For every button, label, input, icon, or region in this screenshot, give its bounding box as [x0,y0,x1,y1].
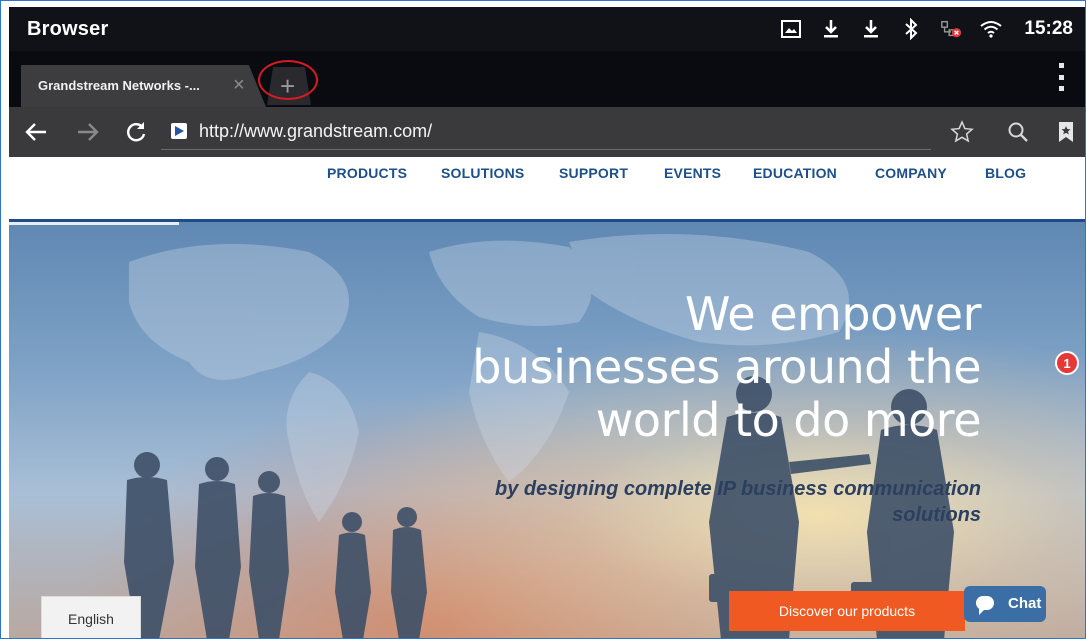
nav-events[interactable]: EVENTS [664,165,721,181]
subline-line: solutions [892,504,981,526]
status-bar: Browser 15:28 [9,7,1085,51]
chat-button[interactable]: Chat [964,586,1046,622]
headline-line: businesses around the [472,340,981,394]
status-clock: 15:28 [1024,18,1073,39]
forward-arrow-icon[interactable] [75,119,101,145]
download-icon [820,18,842,40]
discover-products-button[interactable]: Discover our products [729,591,965,631]
language-selector-button[interactable]: English [41,596,141,638]
back-arrow-icon[interactable] [23,119,49,145]
network-error-icon [940,18,962,40]
site-favicon-icon [171,123,187,139]
wifi-icon [980,18,1003,40]
bluetooth-icon [900,18,922,40]
nav-company[interactable]: COMPANY [875,165,947,181]
bookmarks-icon[interactable] [1053,119,1079,145]
tab-grandstream[interactable]: Grandstream Networks -... × [21,65,266,107]
nav-solutions[interactable]: SOLUTIONS [441,165,524,181]
status-icons: 15:28 [780,15,1073,43]
tab-label: Grandstream Networks -... [38,78,200,93]
close-icon[interactable]: × [233,74,245,97]
screenshot-icon [780,18,802,40]
hero-headline: We empower businesses around the world t… [421,288,981,447]
nav-education[interactable]: EDUCATION [753,165,837,181]
nav-blog[interactable]: BLOG [985,165,1026,181]
chat-notification-badge: 1 [1055,351,1079,375]
site-navigation: PRODUCTS SOLUTIONS SUPPORT EVENTS EDUCAT… [9,157,1085,219]
reload-icon[interactable] [123,119,149,145]
download-icon [860,18,882,40]
hero-banner: We empower businesses around the world t… [9,222,1085,638]
tab-strip: Grandstream Networks -... × + [9,51,1085,107]
headline-line: world to do more [595,393,982,447]
headline-line: We empower [685,287,982,341]
chat-bubble-icon [976,596,994,615]
highlight-annotation [258,60,318,100]
url-text: http://www.grandstream.com/ [199,121,433,141]
screenshot-frame: Browser 15:28 Grandstream Networks -... … [0,0,1086,639]
subline-line: by designing complete IP business commun… [494,478,981,500]
url-input[interactable]: http://www.grandstream.com/ [161,115,931,150]
app-title: Browser [27,18,109,40]
nav-products[interactable]: PRODUCTS [327,165,407,181]
overflow-menu-icon[interactable] [1057,63,1065,91]
nav-support[interactable]: SUPPORT [559,165,628,181]
search-icon[interactable] [1005,119,1031,145]
url-bar: http://www.grandstream.com/ [9,107,1085,157]
star-icon[interactable] [949,119,975,145]
chat-label: Chat [1008,595,1042,612]
hero-subheadline: by designing complete IP business commun… [361,476,981,528]
